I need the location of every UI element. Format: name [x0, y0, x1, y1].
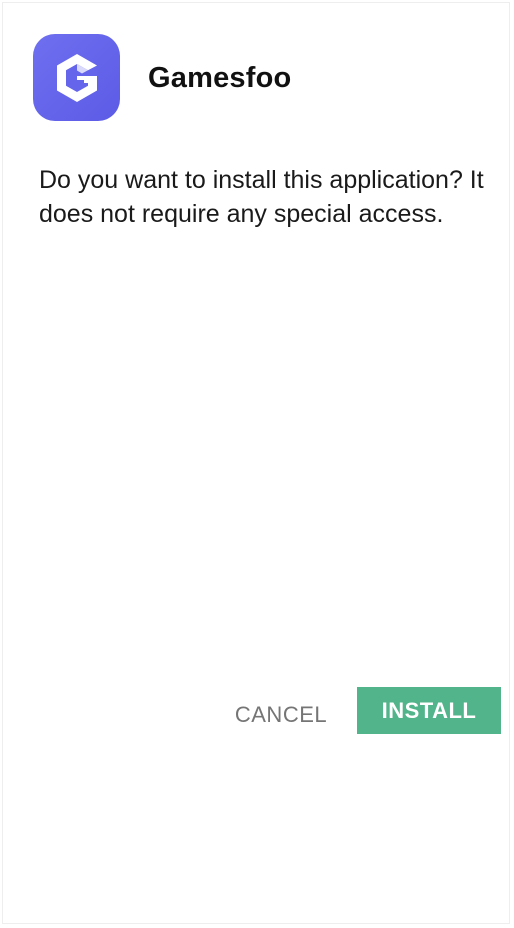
- cancel-button[interactable]: CANCEL: [221, 697, 341, 733]
- install-dialog: Gamesfoo Do you want to install this app…: [2, 2, 510, 924]
- install-button[interactable]: INSTALL: [357, 687, 501, 734]
- gamesfoo-g-icon: [56, 53, 97, 102]
- app-logo-icon: [33, 34, 120, 121]
- install-message: Do you want to install this application?…: [39, 166, 484, 228]
- app-name: Gamesfoo: [148, 62, 292, 94]
